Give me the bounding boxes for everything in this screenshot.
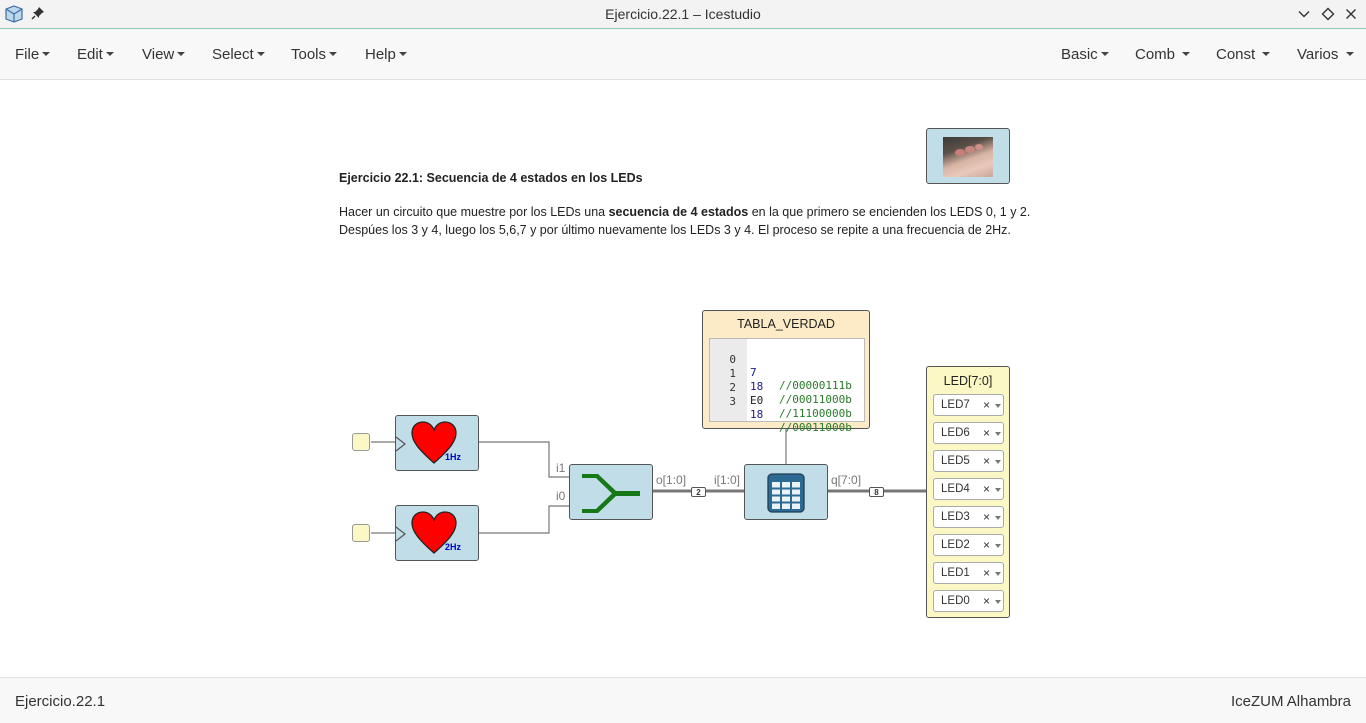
clear-icon: ×: [983, 398, 991, 412]
led-output-title: LED[7:0]: [943, 374, 993, 388]
table-output-label: q[7:0]: [831, 473, 862, 487]
statusbar: Ejercicio.22.1 IceZUM Alhambra: [0, 677, 1366, 723]
chevron-down-icon: [995, 516, 1001, 520]
chevron-down-icon: [995, 572, 1001, 576]
join-bus-block[interactable]: [569, 464, 653, 520]
image-info-block[interactable]: [926, 128, 1010, 184]
clock-freq-label: 1Hz: [445, 452, 462, 462]
chevron-down-icon: [995, 460, 1001, 464]
input-port-1[interactable]: [352, 433, 370, 451]
clear-icon: ×: [983, 510, 991, 524]
table-grid-icon: [767, 473, 805, 513]
pin-select-led0[interactable]: LED0 ×: [933, 590, 1004, 612]
clock-2hz-block[interactable]: 2Hz: [395, 505, 479, 561]
pin-select-led7[interactable]: LED7 ×: [933, 394, 1004, 416]
table-input-label: i[1:0]: [714, 473, 741, 487]
clear-icon: ×: [983, 426, 991, 440]
input-port-2[interactable]: [352, 524, 370, 542]
memory-title: TABLA_VERDAD: [737, 317, 835, 331]
bus-width-badge: 8: [869, 487, 884, 497]
join-arrow-icon: [582, 474, 640, 513]
clear-icon: ×: [983, 454, 991, 468]
status-board-name[interactable]: IceZUM Alhambra: [1231, 693, 1351, 710]
pin-select-led3[interactable]: LED3 ×: [933, 506, 1004, 528]
exercise-heading: Ejercicio 22.1: Secuencia de 4 estados e…: [339, 171, 643, 185]
clock-input-arrow-icon: [395, 526, 406, 542]
chevron-down-icon: [995, 404, 1001, 408]
chevron-down-icon: [995, 488, 1001, 492]
clear-icon: ×: [983, 538, 991, 552]
pin-select-led6[interactable]: LED6 ×: [933, 422, 1004, 444]
led-output-block[interactable]: LED[7:0] LED7 × LED6 × LED5 × LED4 × LED3 × L…: [926, 366, 1010, 618]
pin-select-led5[interactable]: LED5 ×: [933, 450, 1004, 472]
chevron-down-icon: [995, 600, 1001, 604]
clear-icon: ×: [983, 482, 991, 496]
join-output-label: o[1:0]: [656, 473, 687, 487]
pin-select-led4[interactable]: LED4 ×: [933, 478, 1004, 500]
pin-select-led1[interactable]: LED1 ×: [933, 562, 1004, 584]
wires: [371, 429, 927, 534]
clear-icon: ×: [983, 566, 991, 580]
chevron-down-icon: [995, 432, 1001, 436]
join-input-i1: i1: [556, 461, 566, 475]
join-input-i0: i0: [556, 489, 566, 503]
clock-1hz-block[interactable]: 1Hz: [395, 415, 479, 471]
status-project-name: Ejercicio.22.1: [15, 693, 106, 710]
memory-block[interactable]: TABLA_VERDAD 0 7 //00000111b 1 18 //0001…: [702, 310, 870, 434]
bus-width-badge: 2: [691, 487, 706, 497]
clock-freq-label: 2Hz: [445, 542, 462, 552]
hand-photo: [943, 137, 993, 177]
exercise-description: Hacer un circuito que muestre por los LE…: [339, 205, 1031, 237]
memory-row: 3 18 //00011000b: [729, 395, 852, 434]
pin-select-led2[interactable]: LED2 ×: [933, 534, 1004, 556]
table-lookup-block[interactable]: [744, 464, 828, 520]
memory-editor[interactable]: 0 7 //00000111b 1 18 //00011000b 2 E0 //…: [709, 338, 865, 434]
clear-icon: ×: [983, 594, 991, 608]
chevron-down-icon: [995, 544, 1001, 548]
clock-input-arrow-icon: [395, 436, 406, 452]
